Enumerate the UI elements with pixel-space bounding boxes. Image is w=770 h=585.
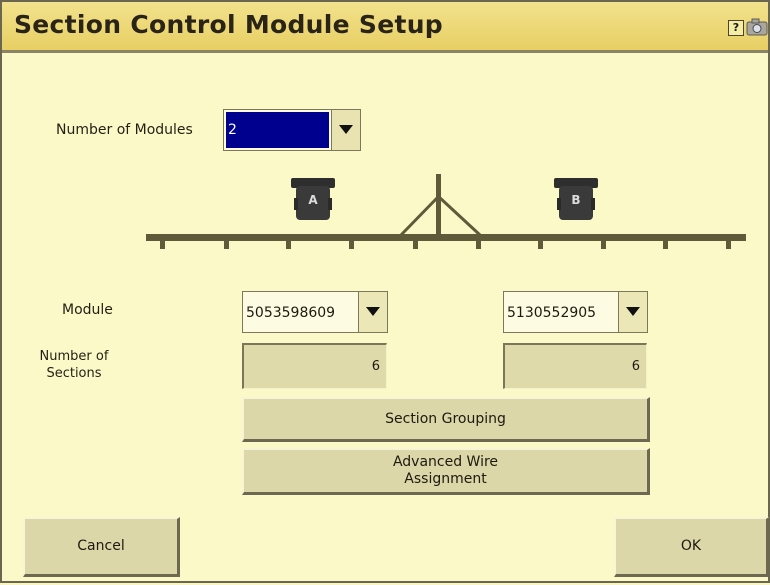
ok-button[interactable]: OK <box>614 517 769 577</box>
module-b-letter: B <box>571 193 580 207</box>
module-b-id: 5130552905 <box>507 305 597 321</box>
number-of-sections-label: Number of Sections <box>39 348 109 382</box>
advanced-wire-assignment-button[interactable]: Advanced Wire Assignment <box>242 448 650 495</box>
module-a-sections-field[interactable]: 6 <box>242 343 387 389</box>
module-a-icon: A <box>291 178 335 220</box>
cancel-label: Cancel <box>77 538 125 554</box>
module-a-letter: A <box>308 193 318 207</box>
dialog-frame: Section Control Module Setup ? Number of… <box>0 0 770 583</box>
chevron-down-icon[interactable] <box>358 292 387 332</box>
module-b-sections-field[interactable]: 6 <box>503 343 647 389</box>
number-of-sections-label-line1: Number of <box>39 349 109 364</box>
cancel-button[interactable]: Cancel <box>23 517 180 577</box>
ok-label: OK <box>680 538 702 554</box>
section-grouping-label: Section Grouping <box>385 410 506 427</box>
number-of-sections-label-line2: Sections <box>46 366 102 381</box>
module-label: Module <box>62 302 113 318</box>
module-b-select[interactable]: 5130552905 <box>503 291 648 333</box>
section-grouping-button[interactable]: Section Grouping <box>242 397 650 442</box>
advanced-wire-label-line2: Assignment <box>404 471 487 487</box>
chevron-down-icon[interactable] <box>618 292 647 332</box>
module-b-icon: B <box>554 178 598 220</box>
advanced-wire-label-line1: Advanced Wire <box>392 454 499 470</box>
module-a-select[interactable]: 5053598609 <box>242 291 388 333</box>
module-a-id: 5053598609 <box>246 305 336 321</box>
